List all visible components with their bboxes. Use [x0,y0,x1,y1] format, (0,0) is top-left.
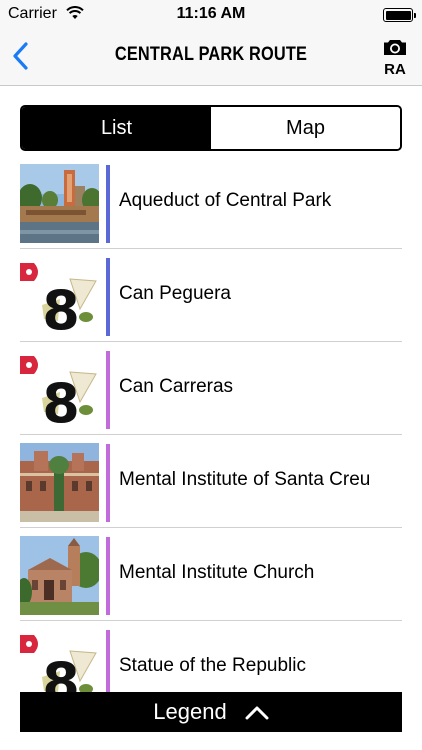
view-toggle: List Map [20,105,402,151]
tab-list[interactable]: List [22,107,211,149]
route-color-bar [106,258,110,336]
svg-text:8: 8 [42,651,80,692]
svg-text:8: 8 [42,372,80,429]
page-title: CENTRAL PARK ROUTE [114,44,308,65]
list-item[interactable]: Mental Institute Church [20,528,402,621]
route-color-bar [106,444,110,522]
item-label: Statue of the Republic [119,655,306,676]
route-color-bar [106,537,110,615]
augmented-reality-button[interactable]: RA [382,39,408,77]
legend-button[interactable]: Legend [20,692,402,732]
item-label: Can Carreras [119,376,234,397]
legend-label: Legend [153,699,227,724]
clock-label: 11:16 AM [176,5,246,22]
district-8-logo: 8 [20,629,99,692]
tab-map[interactable]: Map [211,107,400,149]
church-thumbnail [20,536,99,615]
institute-thumbnail [20,443,99,522]
list-item[interactable]: 8 Can Carreras [20,342,402,435]
item-label: Aqueduct of Central Park [119,190,332,211]
route-color-bar [106,351,110,429]
item-label: Mental Institute Church [119,562,315,583]
points-list: Aqueduct of Central Park 8 Can Peguera 8… [20,156,402,692]
list-item[interactable]: Aqueduct of Central Park [20,156,402,249]
ar-label: RA [384,61,406,78]
battery-icon [383,8,416,22]
district-8-logo: 8 [20,257,99,336]
chevron-up-icon [245,706,269,720]
svg-text:8: 8 [42,279,80,336]
route-color-bar [106,165,110,243]
navigation-bar: CENTRAL PARK ROUTE RA [0,30,422,86]
list-item[interactable]: 8 Can Peguera [20,249,402,342]
status-bar: Carrier 11:16 AM [0,0,422,30]
camera-icon [384,40,406,55]
list-item[interactable]: Mental Institute of Santa Creu [20,435,402,528]
aqueduct-thumbnail [20,164,99,243]
item-label: Can Peguera [119,283,231,304]
list-item[interactable]: 8 Statue of the Republic [20,621,402,692]
district-8-logo: 8 [20,350,99,429]
route-color-bar [106,630,110,692]
item-label: Mental Institute of Santa Creu [119,469,371,490]
